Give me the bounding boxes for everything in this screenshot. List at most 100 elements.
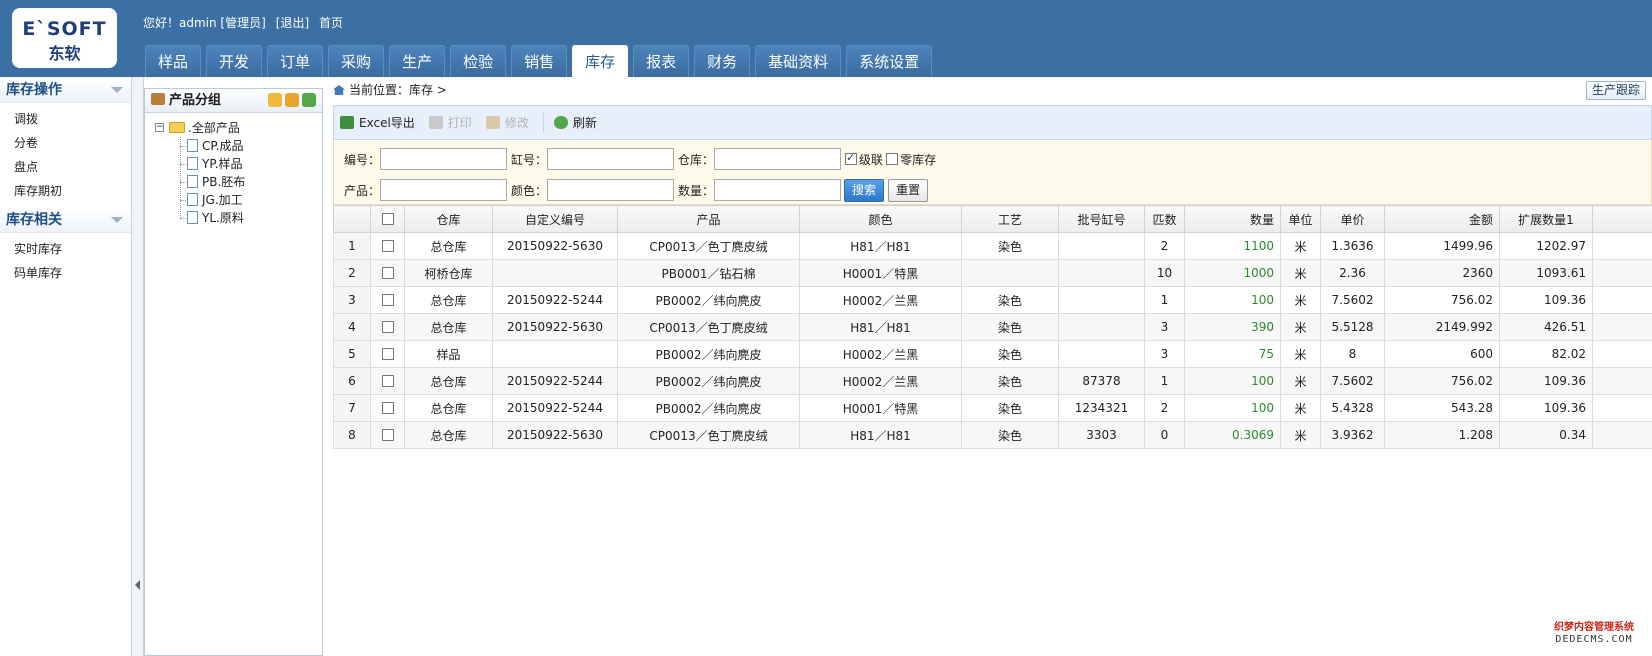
print-button[interactable]: 打印 [428,114,472,131]
table-row[interactable]: 7 总仓库 20150922-5244 PB0002／纬向麂皮 H0001／特黑 染色 12… [333,394,1652,422]
tab-3[interactable]: 采购 [328,45,385,77]
row-checkbox[interactable] [381,402,394,414]
reset-button[interactable]: 重置 [888,178,929,202]
column-header[interactable]: 颜色 [799,205,962,233]
sidebar-splitter[interactable] [132,77,144,656]
sidebar-item[interactable]: 盘点 [0,155,131,179]
row-checkbox[interactable] [381,321,394,333]
table-row[interactable]: 2 柯桥仓库 PB0001／钻石棉 H0001／特黑 10 1000 米 2.36 2360 10… [333,259,1652,287]
table-row[interactable]: 6 总仓库 20150922-5244 PB0002／纬向麂皮 H0002／兰黑 染色 87… [333,367,1652,395]
column-header[interactable]: 单价 [1320,205,1385,233]
collapse-left-icon[interactable] [135,580,140,590]
cell-code: 20150922-5244 [492,394,618,422]
table-row[interactable]: 5 样品 PB0002／纬向麂皮 H0002／兰黑 染色 3 75 米 8 600 82.02 [333,340,1652,368]
cascade-checkbox[interactable] [845,151,858,165]
cell-price: 7.5602 [1320,286,1385,314]
tab-10[interactable]: 基础资料 [755,45,842,77]
left-sidebar: 库存操作 调拨 分卷 盘点 库存期初 库存相关 实时库存 码单库存 [0,77,132,656]
tab-2[interactable]: 订单 [267,45,324,77]
column-header[interactable]: 自定义编号 [492,205,618,233]
tree-node-root[interactable]: − .全部产品 [155,119,322,137]
edit-group-icon[interactable] [285,93,299,107]
tab-8[interactable]: 报表 [633,45,690,77]
row-select-cell [370,313,405,341]
row-select-cell [370,232,405,260]
tab-1[interactable]: 开发 [206,45,263,77]
zero-stock-label: 零库存 [900,152,937,167]
cell-unit: 米 [1280,232,1321,260]
table-row[interactable]: 3 总仓库 20150922-5244 PB0002／纬向麂皮 H0002／兰黑 染色 1 1… [333,286,1652,314]
sidebar-item[interactable]: 分卷 [0,131,131,155]
row-checkbox[interactable] [381,429,394,441]
warehouse-input[interactable] [714,148,842,170]
tree-node[interactable]: YP.样品 [180,155,322,173]
column-header[interactable]: 产品 [617,205,800,233]
row-checkbox[interactable] [381,294,394,306]
tab-4[interactable]: 生产 [389,45,446,77]
sidebar-section-stock-related[interactable]: 库存相关 [0,207,131,233]
add-group-icon[interactable] [268,93,282,107]
cell-process: 染色 [961,340,1059,368]
tree-node[interactable]: JG.加工 [180,191,322,209]
excel-export-button[interactable]: Excel导出 [340,114,415,131]
row-checkbox[interactable] [381,375,394,387]
logout-link[interactable]: [退出] [276,16,309,30]
sidebar-item[interactable]: 实时库存 [0,237,131,261]
table-row[interactable]: 1 总仓库 20150922-5630 CP0013／色丁麂皮绒 H81／H81 染色 2 1… [333,232,1652,260]
refresh-tree-icon[interactable] [302,93,316,107]
cell-price: 5.5128 [1320,313,1385,341]
collapse-arrow-icon[interactable] [111,87,123,93]
grid-toolbar: Excel导出 打印 修改 刷新 [333,105,1652,140]
tree-node[interactable]: YL.原料 [180,209,322,227]
row-checkbox[interactable] [381,267,394,279]
column-header[interactable]: 仓库 [404,205,493,233]
column-header[interactable]: 批号缸号 [1058,205,1145,233]
cell-warehouse: 样品 [404,340,493,368]
cell-pieces: 1 [1144,286,1185,314]
row-checkbox[interactable] [381,240,394,252]
column-header[interactable]: 工艺 [961,205,1059,233]
production-track-button[interactable]: 生产跟踪 [1585,81,1646,100]
zero-stock-checkbox[interactable] [886,153,899,165]
tab-9[interactable]: 财务 [694,45,751,77]
tab-7[interactable]: 库存 [572,45,629,77]
color-input[interactable] [547,179,675,201]
sidebar-item[interactable]: 码单库存 [0,261,131,285]
tree-node[interactable]: CP.成品 [180,137,322,155]
edit-button[interactable]: 修改 [485,114,529,131]
tab-0[interactable]: 样品 [145,45,202,77]
column-header[interactable]: 扩展数量1 [1499,205,1593,233]
tab-5[interactable]: 检验 [450,45,507,77]
cell-pieces: 3 [1144,340,1185,368]
refresh-button[interactable]: 刷新 [553,114,597,131]
cell-extra [1592,286,1652,314]
qty-input[interactable] [714,179,842,201]
sidebar-section-stock-ops[interactable]: 库存操作 [0,77,131,103]
row-checkbox[interactable] [381,348,394,360]
home-link[interactable]: 首页 [319,16,343,30]
row-number: 4 [333,313,371,341]
column-header[interactable]: 数量 [1184,205,1281,233]
tree-node[interactable]: PB.胚布 [180,173,322,191]
sidebar-item[interactable]: 库存期初 [0,179,131,203]
collapse-node-icon[interactable]: − [155,123,164,132]
table-row[interactable]: 8 总仓库 20150922-5630 CP0013／色丁麂皮绒 H81／H81 染色 33… [333,421,1652,449]
cell-amount: 756.02 [1384,286,1500,314]
select-all-checkbox[interactable] [381,213,394,225]
column-header[interactable]: 金额 [1384,205,1500,233]
column-header[interactable]: 匹数 [1144,205,1185,233]
folder-icon [169,122,185,133]
code-input[interactable] [380,148,508,170]
vat-input[interactable] [547,148,675,170]
tab-11[interactable]: 系统设置 [846,45,933,77]
tree-node-label: YL.原料 [202,211,244,225]
row-select-cell [370,286,405,314]
column-header[interactable]: 单位 [1280,205,1321,233]
cell-code: 20150922-5630 [492,421,618,449]
sidebar-item[interactable]: 调拨 [0,107,131,131]
table-row[interactable]: 4 总仓库 20150922-5630 CP0013／色丁麂皮绒 H81／H81 染色 3 3… [333,313,1652,341]
search-button[interactable]: 搜索 [844,178,885,202]
product-input[interactable] [380,179,508,201]
collapse-arrow-icon[interactable] [111,217,123,223]
tab-6[interactable]: 销售 [511,45,568,77]
